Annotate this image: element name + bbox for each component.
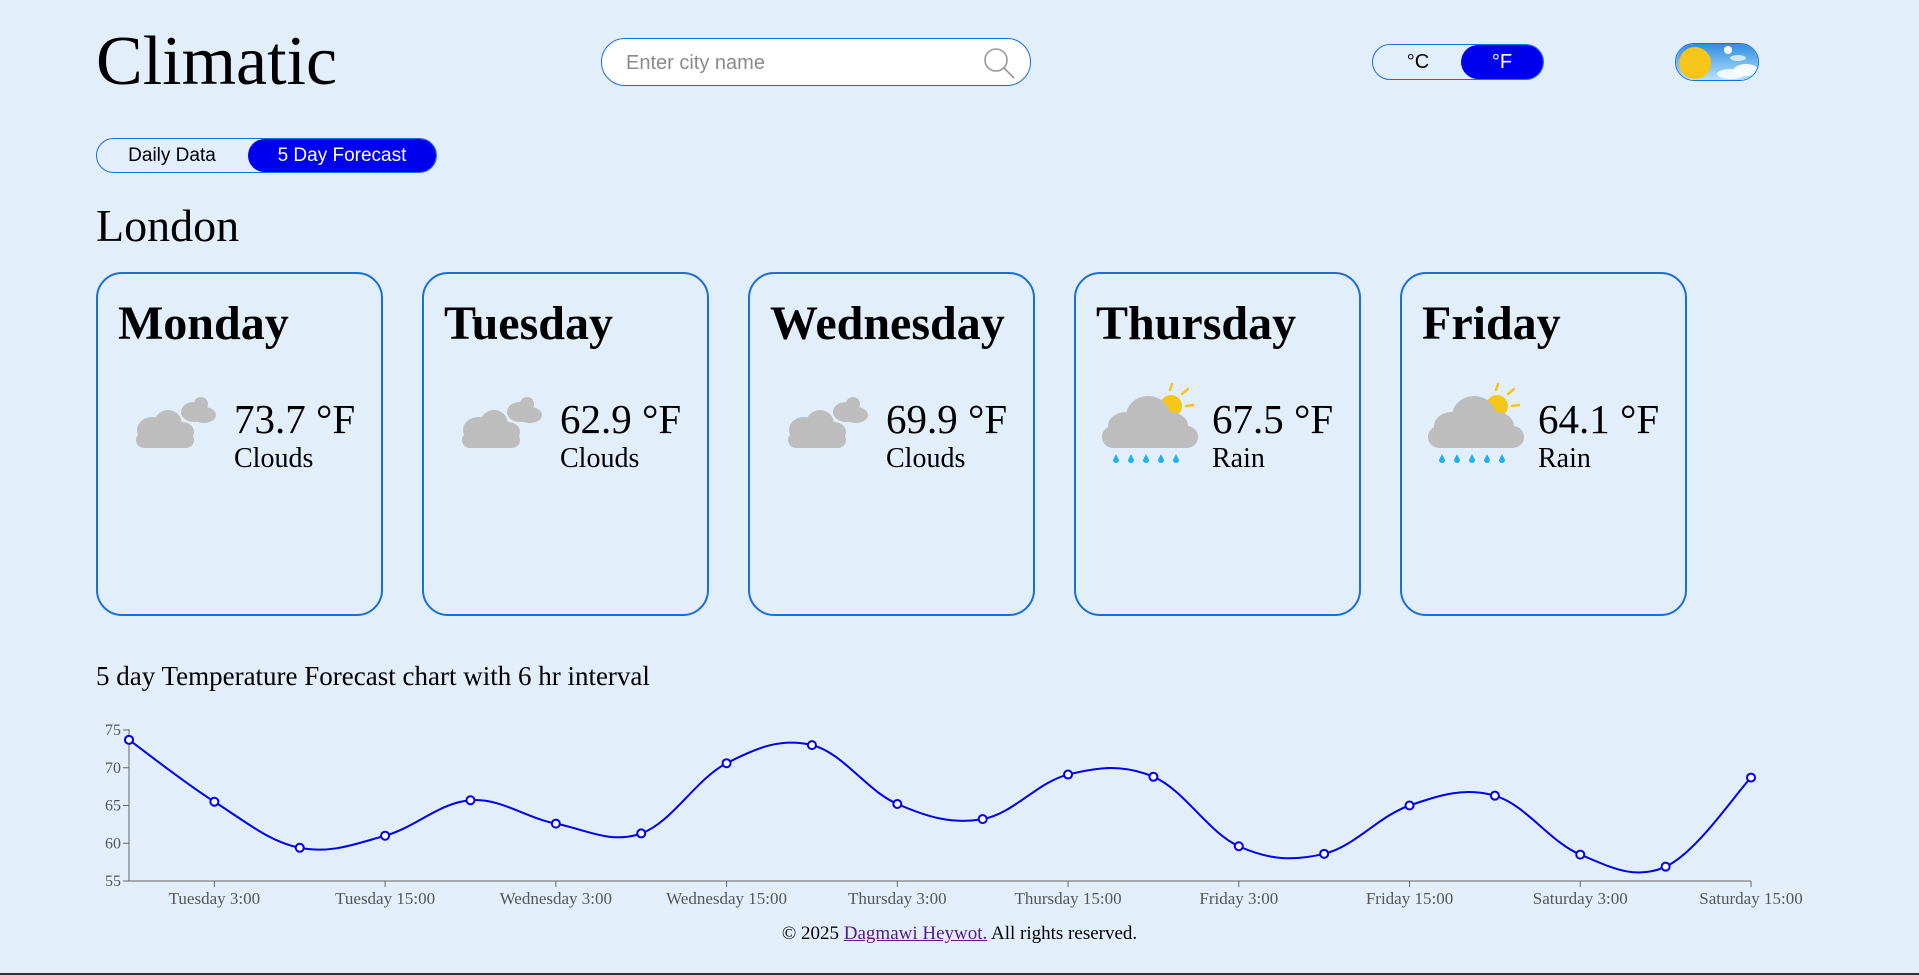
tab-5-day-forecast[interactable]: 5 Day Forecast: [248, 139, 436, 172]
data-point: [380, 830, 391, 841]
data-point: [1489, 790, 1500, 801]
day-name: Monday: [118, 297, 289, 350]
day-temp: 69.9 °F: [886, 396, 1008, 442]
day-card: Thursday 67.5 °F Rain: [1074, 272, 1361, 616]
author-link[interactable]: Dagmawi Heywot.: [844, 923, 988, 944]
theme-toggle[interactable]: [1675, 43, 1759, 81]
data-point: [209, 796, 220, 807]
rain-sun-icon: [1428, 382, 1524, 463]
x-tick-label: Thursday 15:00: [1014, 889, 1121, 908]
chart-title: 5 day Temperature Forecast chart with 6 …: [96, 661, 650, 691]
view-tabs: Daily Data 5 Day Forecast: [96, 138, 437, 173]
day-name: Tuesday: [444, 297, 613, 350]
footer-copyright: © 2025: [781, 923, 844, 944]
data-point: [1404, 800, 1415, 811]
data-point: [636, 828, 647, 839]
day-name: Wednesday: [770, 297, 1005, 350]
data-point: [124, 734, 134, 745]
data-point: [1233, 841, 1244, 852]
y-tick-label: 55: [105, 873, 121, 890]
footer-rights: All rights reserved.: [987, 923, 1138, 944]
y-tick-label: 65: [105, 798, 121, 815]
data-point: [977, 814, 988, 825]
data-point: [465, 795, 476, 806]
city-name: London: [96, 200, 240, 251]
x-tick-label: Wednesday 3:00: [500, 889, 612, 908]
rain-sun-icon: [1102, 382, 1198, 463]
x-tick-label: Saturday 3:00: [1533, 889, 1628, 908]
data-point: [294, 842, 305, 853]
day-sky-icon: [1676, 44, 1758, 80]
day-desc: Clouds: [886, 443, 966, 474]
x-tick-label: Thursday 3:00: [848, 889, 947, 908]
temperature-line-chart: 55 60 65 70 75 Tuesday 3:00 Tuesday 15:00 Wedne…: [105, 722, 1803, 908]
search-input[interactable]: [624, 39, 968, 87]
day-temp: 64.1 °F: [1538, 396, 1660, 442]
y-tick-label: 75: [105, 722, 121, 739]
data-point: [721, 758, 732, 769]
x-tick-label: Tuesday 3:00: [169, 889, 260, 908]
temperature-series-line: [128, 739, 1752, 874]
data-point: [1319, 848, 1330, 859]
day-desc: Rain: [1538, 443, 1591, 474]
day-desc: Clouds: [234, 443, 314, 474]
day-card: Tuesday 62.9 °F Clouds: [422, 272, 709, 616]
search-icon[interactable]: [982, 46, 1016, 80]
x-tick-label: Wednesday 15:00: [666, 889, 787, 908]
day-card: Monday 73.7 °F Clouds: [96, 272, 383, 616]
footer: © 2025 Dagmawi Heywot. All rights reserv…: [0, 922, 1919, 946]
data-point: [550, 818, 561, 829]
search-box[interactable]: [601, 38, 1031, 87]
tab-daily-data[interactable]: Daily Data: [97, 139, 247, 172]
day-desc: Clouds: [560, 443, 640, 474]
day-temp: 62.9 °F: [560, 396, 682, 442]
clouds-icon: [136, 397, 216, 448]
y-tick-label: 70: [105, 760, 121, 777]
x-tick-label: Friday 3:00: [1199, 889, 1278, 908]
clouds-icon: [788, 397, 868, 448]
data-point: [806, 740, 817, 751]
data-point: [1660, 861, 1671, 872]
unit-toggle[interactable]: °C °F: [1372, 44, 1544, 80]
day-card: Wednesday 69.9 °F Clouds: [748, 272, 1035, 616]
y-tick-label: 60: [105, 835, 121, 852]
day-temp: 67.5 °F: [1212, 396, 1334, 442]
data-point: [1746, 772, 1756, 783]
data-point: [1148, 771, 1159, 782]
x-tick-label: Saturday 15:00: [1699, 889, 1802, 908]
celsius-option[interactable]: °C: [1377, 45, 1459, 79]
day-name: Friday: [1422, 297, 1561, 350]
day-desc: Rain: [1212, 443, 1265, 474]
day-temp: 73.7 °F: [234, 396, 356, 442]
day-name: Thursday: [1096, 297, 1297, 350]
x-tick-label: Tuesday 15:00: [335, 889, 435, 908]
data-point: [1063, 769, 1074, 780]
app-title: Climatic: [96, 23, 338, 100]
day-card: Friday 64.1 °F Rain: [1400, 272, 1687, 616]
data-point: [1575, 849, 1586, 860]
data-point: [892, 798, 903, 809]
fahrenheit-option[interactable]: °F: [1461, 45, 1543, 79]
x-tick-label: Friday 15:00: [1366, 889, 1453, 908]
clouds-icon: [462, 397, 542, 448]
